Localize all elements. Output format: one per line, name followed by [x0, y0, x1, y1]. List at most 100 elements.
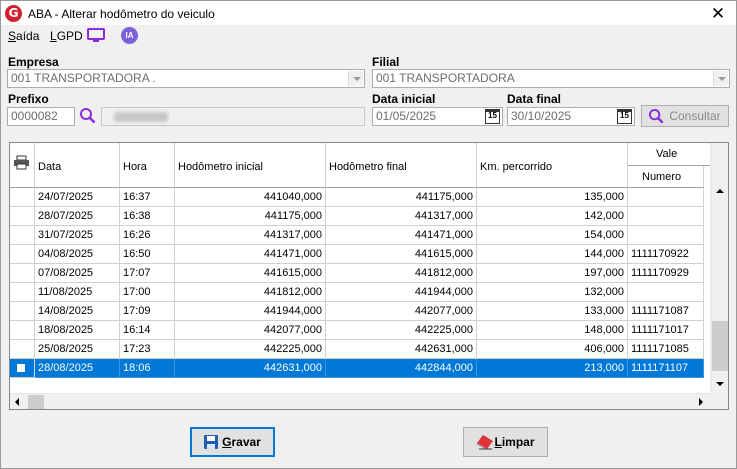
horizontal-scroll-thumb[interactable] — [28, 395, 44, 409]
cell-hodometro-inicial[interactable]: 441944,000 — [175, 302, 326, 321]
prefixo-input[interactable]: 0000082 — [7, 107, 75, 126]
cell-hodometro-final[interactable]: 442631,000 — [326, 340, 477, 359]
table-row[interactable]: 24/07/2025 16:37 441040,000 441175,000 135,0… — [10, 188, 710, 207]
cell-hodometro-inicial[interactable]: 441812,000 — [175, 283, 326, 302]
table-row[interactable]: 04/08/2025 16:50 441471,000 441615,000 144,0… — [10, 245, 710, 264]
vertical-scroll-thumb[interactable] — [712, 321, 728, 371]
odometer-table[interactable]: Data Hora Hodômetro inicial Hodômetro fi… — [9, 142, 729, 410]
cell-hodometro-final[interactable]: 442225,000 — [326, 321, 477, 340]
cell-km-percorrido[interactable]: 144,000 — [477, 245, 628, 264]
cell-hodometro-inicial[interactable]: 441040,000 — [175, 188, 326, 207]
cell-hora[interactable]: 16:38 — [120, 207, 175, 226]
search-icon[interactable] — [79, 107, 97, 125]
cell-hodometro-inicial[interactable]: 441175,000 — [175, 207, 326, 226]
row-indicator[interactable] — [10, 188, 35, 207]
cell-hodometro-final[interactable]: 441944,000 — [326, 283, 477, 302]
column-header-data[interactable]: Data — [35, 143, 120, 188]
cell-km-percorrido[interactable]: 135,000 — [477, 188, 628, 207]
filial-select[interactable]: 001 TRANSPORTADORA — [372, 69, 730, 88]
row-indicator[interactable] — [10, 283, 35, 302]
cell-numero[interactable]: 1111170929 — [628, 264, 704, 283]
cell-numero[interactable]: 1111171017 — [628, 321, 704, 340]
table-row[interactable]: 07/08/2025 17:07 441615,000 441812,000 197,0… — [10, 264, 710, 283]
row-indicator[interactable] — [10, 226, 35, 245]
cell-hora[interactable]: 18:06 — [120, 359, 175, 378]
cell-km-percorrido[interactable]: 197,000 — [477, 264, 628, 283]
cell-numero[interactable]: 1111171087 — [628, 302, 704, 321]
column-header-hora[interactable]: Hora — [120, 143, 175, 188]
cell-data[interactable]: 31/07/2025 — [35, 226, 120, 245]
consultar-button[interactable]: Consultar — [641, 105, 729, 127]
table-row[interactable]: 18/08/2025 16:14 442077,000 442225,000 148,0… — [10, 321, 710, 340]
table-row[interactable]: 31/07/2025 16:26 441317,000 441471,000 154,0… — [10, 226, 710, 245]
menu-saida[interactable]: Saída — [8, 29, 39, 43]
row-indicator[interactable] — [10, 359, 35, 378]
cell-hora[interactable]: 17:07 — [120, 264, 175, 283]
row-indicator[interactable] — [10, 264, 35, 283]
cell-hodometro-inicial[interactable]: 442077,000 — [175, 321, 326, 340]
cell-data[interactable]: 28/07/2025 — [35, 207, 120, 226]
column-header-hodometro-final[interactable]: Hodômetro final — [326, 143, 477, 188]
cell-km-percorrido[interactable]: 142,000 — [477, 207, 628, 226]
cell-hora[interactable]: 16:50 — [120, 245, 175, 264]
cell-hora[interactable]: 16:14 — [120, 321, 175, 340]
cell-hodometro-inicial[interactable]: 441317,000 — [175, 226, 326, 245]
cell-km-percorrido[interactable]: 133,000 — [477, 302, 628, 321]
cell-data[interactable]: 14/08/2025 — [35, 302, 120, 321]
table-row[interactable]: 28/07/2025 16:38 441175,000 441317,000 142,0… — [10, 207, 710, 226]
cell-hodometro-final[interactable]: 442077,000 — [326, 302, 477, 321]
ia-assistant-icon[interactable]: IA — [121, 27, 138, 44]
cell-data[interactable]: 11/08/2025 — [35, 283, 120, 302]
cell-numero[interactable]: 1111171107 — [628, 359, 704, 378]
cell-km-percorrido[interactable]: 406,000 — [477, 340, 628, 359]
cell-hora[interactable]: 17:00 — [120, 283, 175, 302]
scroll-left-icon[interactable] — [15, 398, 19, 406]
table-row[interactable]: 11/08/2025 17:00 441812,000 441944,000 132,0… — [10, 283, 710, 302]
cell-km-percorrido[interactable]: 154,000 — [477, 226, 628, 245]
scroll-down-icon[interactable] — [716, 382, 724, 386]
scroll-right-icon[interactable] — [699, 398, 703, 406]
cell-hodometro-final[interactable]: 441812,000 — [326, 264, 477, 283]
cell-data[interactable]: 25/08/2025 — [35, 340, 120, 359]
cell-hodometro-final[interactable]: 441615,000 — [326, 245, 477, 264]
chevron-down-icon[interactable] — [348, 71, 363, 86]
column-header-hodometro-inicial[interactable]: Hodômetro inicial — [175, 143, 326, 188]
cell-data[interactable]: 28/08/2025 — [35, 359, 120, 378]
cell-hora[interactable]: 16:26 — [120, 226, 175, 245]
row-indicator[interactable] — [10, 245, 35, 264]
cell-numero[interactable] — [628, 226, 704, 245]
data-final-input[interactable]: 30/10/2025 15 — [507, 107, 635, 126]
cell-hodometro-inicial[interactable]: 442631,000 — [175, 359, 326, 378]
menu-lgpd[interactable]: LGPD — [50, 29, 83, 43]
cell-hodometro-final[interactable]: 441471,000 — [326, 226, 477, 245]
cell-km-percorrido[interactable]: 132,000 — [477, 283, 628, 302]
cell-hodometro-inicial[interactable]: 442225,000 — [175, 340, 326, 359]
column-header-km-percorrido[interactable]: Km. percorrido — [477, 143, 628, 188]
gravar-button[interactable]: Gravar — [190, 427, 275, 457]
row-indicator[interactable] — [10, 207, 35, 226]
cell-numero[interactable]: 1111171085 — [628, 340, 704, 359]
table-row[interactable]: 25/08/2025 17:23 442225,000 442631,000 406,0… — [10, 340, 710, 359]
cell-hora[interactable]: 17:23 — [120, 340, 175, 359]
cell-hodometro-final[interactable]: 442844,000 — [326, 359, 477, 378]
cell-hodometro-inicial[interactable]: 441615,000 — [175, 264, 326, 283]
vertical-scrollbar[interactable] — [710, 143, 728, 393]
cell-hodometro-final[interactable]: 441175,000 — [326, 188, 477, 207]
cell-hora[interactable]: 17:09 — [120, 302, 175, 321]
cell-data[interactable]: 07/08/2025 — [35, 264, 120, 283]
cell-hora[interactable]: 16:37 — [120, 188, 175, 207]
calendar-icon[interactable]: 15 — [485, 109, 500, 124]
cell-data[interactable]: 04/08/2025 — [35, 245, 120, 264]
cell-hodometro-final[interactable]: 441317,000 — [326, 207, 477, 226]
monitor-icon[interactable] — [87, 28, 105, 43]
print-column-header[interactable] — [10, 143, 35, 188]
chevron-down-icon[interactable] — [713, 71, 728, 86]
cell-km-percorrido[interactable]: 213,000 — [477, 359, 628, 378]
data-inicial-input[interactable]: 01/05/2025 15 — [372, 107, 503, 126]
cell-numero[interactable] — [628, 207, 704, 226]
cell-km-percorrido[interactable]: 148,000 — [477, 321, 628, 340]
row-indicator[interactable] — [10, 302, 35, 321]
empresa-select[interactable]: 001 TRANSPORTADORA . — [7, 69, 365, 88]
row-indicator[interactable] — [10, 340, 35, 359]
column-header-numero[interactable]: Numero — [628, 166, 704, 188]
